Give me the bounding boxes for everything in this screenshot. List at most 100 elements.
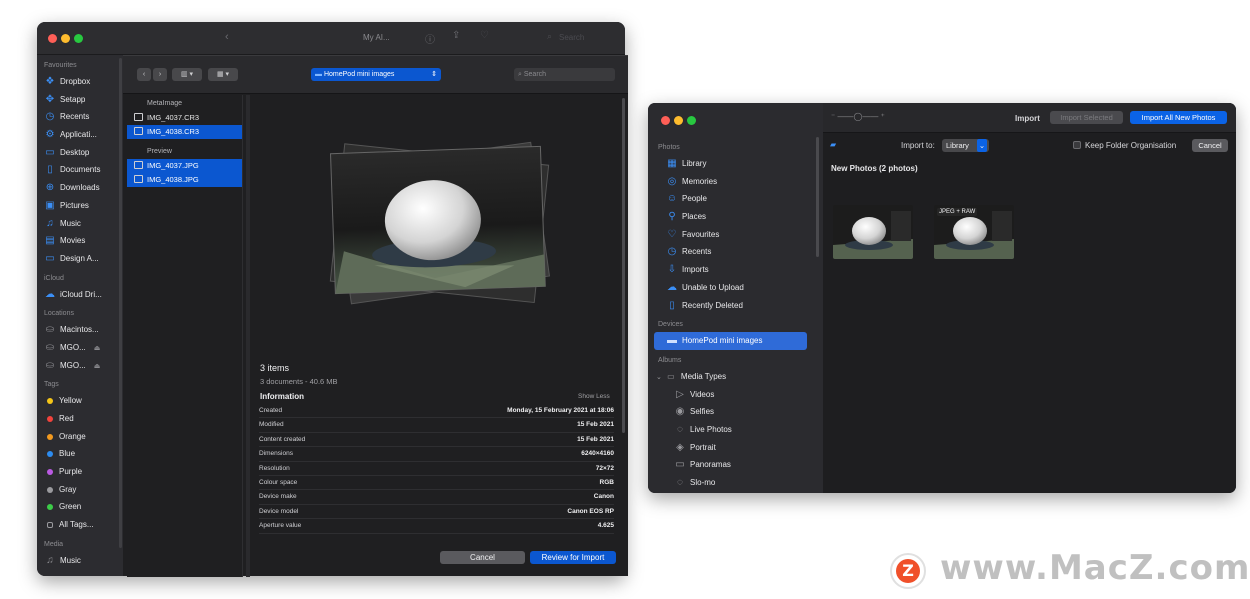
album-label: Slo-mo — [690, 478, 716, 487]
import-selected-button[interactable]: Import Selected — [1050, 111, 1123, 124]
sidebar-item[interactable]: ⇩ Imports — [648, 261, 823, 279]
tag-item[interactable]: Yellow — [37, 392, 123, 410]
tag-label: Orange — [59, 431, 86, 441]
tag-item[interactable]: Orange — [37, 428, 123, 446]
tag-item[interactable]: All Tags... — [37, 516, 123, 534]
tag-dot-icon — [47, 451, 53, 458]
album-item[interactable]: ▷ Videos — [648, 386, 823, 404]
album-item[interactable]: ▭ Panoramas — [648, 456, 823, 474]
sidebar-item[interactable]: ♡ Favourites — [648, 226, 823, 244]
sidebar-item[interactable]: ♫ Music — [37, 215, 123, 233]
eject-icon[interactable]: ⏏ — [94, 363, 101, 370]
tag-item[interactable]: Red — [37, 410, 123, 428]
sidebar-item[interactable]: ▦ Library — [648, 155, 823, 173]
sidebar-item[interactable]: ▯ Documents — [37, 161, 123, 179]
sidebar-item[interactable]: ◷ Recents — [648, 243, 823, 261]
tag-item[interactable]: Blue — [37, 445, 123, 463]
import-all-button[interactable]: Import All New Photos — [1130, 111, 1227, 124]
sidebar-item[interactable]: ▭ Design A... — [37, 250, 123, 268]
sidebar-item[interactable]: ▯ Recently Deleted — [648, 297, 823, 315]
tag-item[interactable]: Green — [37, 498, 123, 516]
sidebar-item[interactable]: ☁ Unable to Upload — [648, 279, 823, 297]
close-button[interactable] — [48, 34, 57, 43]
file-row[interactable]: IMG_4038.CR3 — [127, 125, 242, 139]
sidebar-item[interactable]: ⊕ Downloads — [37, 179, 123, 197]
sidebar-item-label: Applicati... — [60, 130, 97, 140]
sidebar-item-device[interactable]: ▬ HomePod mini images — [654, 332, 807, 350]
people-icon: ☺ — [666, 193, 678, 205]
cloud-icon: ☁ — [45, 288, 55, 300]
info-icon[interactable]: ⓘ — [425, 31, 435, 46]
file-row[interactable]: IMG_4037.JPG — [127, 159, 242, 173]
sidebar-item[interactable]: ▭ Desktop — [37, 144, 123, 162]
search-input[interactable]: ⌕ Search — [514, 68, 615, 81]
review-for-import-button[interactable]: Review for Import — [530, 551, 616, 564]
media-types-folder[interactable]: ⌄ ▭ Media Types — [648, 368, 823, 386]
preview-scrollbar[interactable] — [622, 98, 625, 433]
photo-thumbnail[interactable] — [833, 205, 913, 259]
cancel-button[interactable]: Cancel — [1192, 139, 1228, 152]
sidebar-item[interactable]: ◎ Memories — [648, 173, 823, 191]
back-chevron-icon[interactable]: ‹ — [225, 31, 229, 43]
import-to-popup[interactable]: Library ⌄ — [942, 139, 989, 152]
album-item[interactable]: ◌ Live Photos — [648, 421, 823, 439]
sidebar-item[interactable]: ❖ Dropbox — [37, 73, 123, 91]
sidebar-item[interactable]: ▣ Pictures — [37, 197, 123, 215]
info-table: Created Monday, 15 February 2021 at 18:06… — [259, 404, 614, 534]
share-icon[interactable]: ⇪ — [452, 30, 460, 41]
sidebar-item[interactable]: ⚙ Applicati... — [37, 126, 123, 144]
sidebar-item-label: iCloud Dri... — [60, 289, 102, 299]
file-column-scrollbar[interactable] — [246, 95, 250, 577]
sidebar-item[interactable]: ✥ Setapp — [37, 91, 123, 109]
tag-item[interactable]: Gray — [37, 481, 123, 499]
minimize-button[interactable] — [674, 116, 683, 125]
tag-dot-icon — [47, 486, 53, 493]
sidebar-item[interactable]: ☺ People — [648, 190, 823, 208]
sidebar-item[interactable]: ⛀ Macintos... — [37, 321, 123, 339]
album-label: Panoramas — [690, 460, 731, 470]
homepod-photo — [833, 205, 913, 259]
album-item[interactable]: ◈ Portrait — [648, 439, 823, 457]
album-item[interactable]: ◌ Slo-mo — [648, 474, 823, 492]
file-row[interactable]: IMG_4038.JPG — [127, 173, 242, 187]
download-icon: ⊕ — [45, 182, 55, 194]
file-icon — [134, 127, 143, 135]
tag-dot-icon — [47, 468, 53, 475]
sidebar-item[interactable]: ⛀ MGO... ⏏ — [37, 339, 123, 357]
view-columns-button[interactable]: ▥ ▾ — [172, 68, 202, 81]
nav-back-button[interactable]: ‹ — [137, 68, 151, 81]
search-field[interactable]: Search — [559, 33, 584, 42]
keep-folder-checkbox[interactable] — [1073, 141, 1081, 149]
sidebar-item[interactable]: ♫ Music — [37, 552, 123, 570]
view-group-button[interactable]: ▦ ▾ — [208, 68, 238, 81]
search-icon[interactable]: ⌕ — [547, 31, 552, 42]
album-item[interactable]: ◉ Selfies — [648, 403, 823, 421]
minimize-button[interactable] — [61, 34, 70, 43]
tag-item[interactable]: Purple — [37, 463, 123, 481]
locations-header: Locations — [44, 310, 74, 318]
sidebar-item[interactable]: ▤ Movies — [37, 232, 123, 250]
cancel-button[interactable]: Cancel — [440, 551, 525, 564]
heart-icon[interactable]: ♡ — [480, 30, 489, 41]
zoom-slider[interactable]: ⁻ ——◯—— ⁺ — [831, 112, 885, 121]
portrait-icon: ◈ — [676, 441, 684, 453]
disclosure-chevron-icon[interactable]: ⌄ — [656, 374, 662, 381]
close-button[interactable] — [661, 116, 670, 125]
zoom-button[interactable] — [74, 34, 83, 43]
sidebar-scrollbar[interactable] — [119, 58, 122, 548]
sidebar-item-label: Imports — [682, 265, 709, 275]
sidebar-scrollbar[interactable] — [816, 137, 819, 257]
nav-forward-button[interactable]: › — [153, 68, 167, 81]
tag-label: Purple — [59, 467, 83, 477]
eject-icon[interactable]: ⏏ — [94, 345, 101, 352]
location-popup[interactable]: ▬ HomePod mini images ⇕ — [311, 68, 441, 81]
sidebar-item[interactable]: ◷ Recents — [37, 108, 123, 126]
sidebar-item[interactable]: ☁ iCloud Dri... — [37, 286, 123, 304]
sidebar-item[interactable]: ⛀ MGO... ⏏ — [37, 357, 123, 375]
photo-thumbnail[interactable]: JPEG + RAW — [934, 205, 1014, 259]
sidebar-item[interactable]: ⚲ Places — [648, 208, 823, 226]
sidebar-item-label: MGO... — [60, 342, 86, 352]
file-row[interactable]: IMG_4037.CR3 — [127, 111, 242, 125]
show-less-link[interactable]: Show Less — [578, 393, 610, 400]
zoom-button[interactable] — [687, 116, 696, 125]
